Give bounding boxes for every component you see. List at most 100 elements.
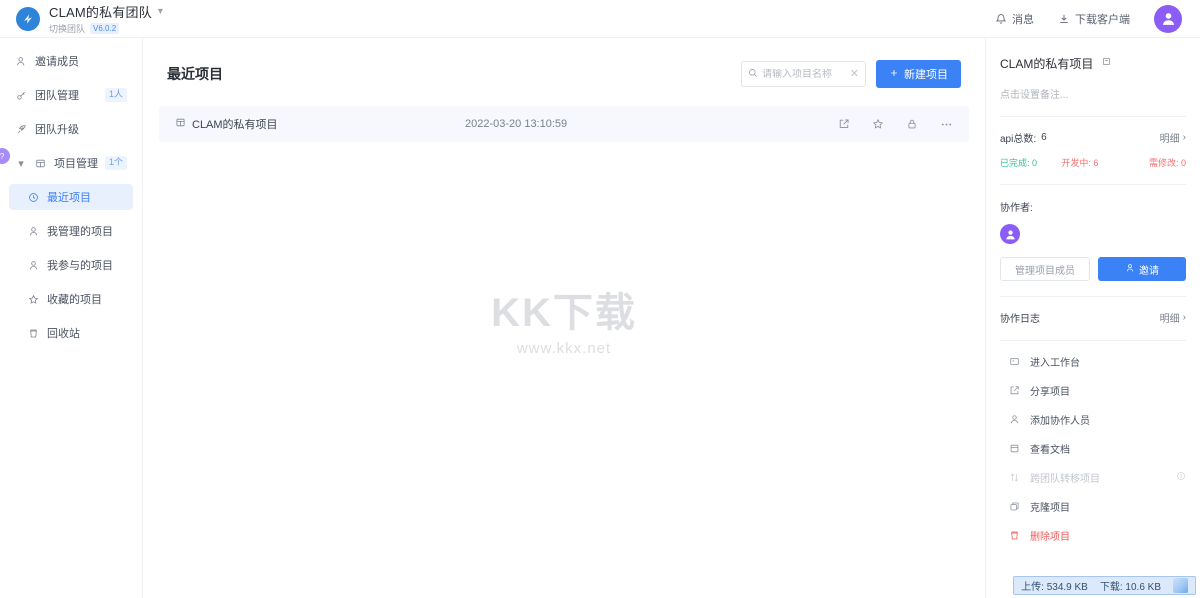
switch-team-label[interactable]: 切换团队 <box>49 22 85 35</box>
top-bar-actions: 消息 下载客户端 <box>995 5 1200 33</box>
network-status-bar[interactable]: 上传: 534.9 KB 下载: 10.6 KB <box>1013 576 1196 595</box>
rocket-icon <box>15 124 28 135</box>
menu-item-label: 查看文档 <box>1030 441 1070 456</box>
share-icon <box>1008 385 1021 396</box>
main-header: 最近项目 ✕ 新建项目 <box>143 38 985 88</box>
more-icon[interactable] <box>940 118 953 131</box>
user-icon <box>1008 414 1021 425</box>
search-input[interactable] <box>762 69 846 80</box>
sidebar-label: 收藏的项目 <box>47 291 102 307</box>
user-icon <box>27 226 40 237</box>
download-client-button[interactable]: 下载客户端 <box>1058 11 1130 27</box>
main-header-actions: ✕ 新建项目 <box>741 60 961 88</box>
sidebar-item-favorite-projects[interactable]: 收藏的项目 <box>9 286 133 312</box>
top-bar: CLAM的私有团队 ▾ 切换团队 V6.0.2 消息 下载客 <box>0 0 1200 38</box>
version-badge: V6.0.2 <box>90 23 119 35</box>
folder-icon <box>34 158 47 169</box>
sidebar-item-team-upgrade[interactable]: 团队升级 <box>9 116 133 142</box>
status-badge: 已完成: 0 <box>1000 156 1061 169</box>
search-box[interactable]: ✕ <box>741 61 866 87</box>
manage-members-button[interactable]: 管理项目成员 <box>1000 257 1090 281</box>
sidebar-item-recent-projects[interactable]: 最近项目 <box>9 184 133 210</box>
stat-value: 0 <box>1181 158 1186 168</box>
sidebar-item-joined-projects[interactable]: 我参与的项目 <box>9 252 133 278</box>
menu-item-share-project[interactable]: 分享项目 <box>1000 376 1186 405</box>
collab-log-detail-link[interactable]: 明细 › <box>1160 310 1186 325</box>
project-note-field[interactable]: 点击设置备注... <box>1000 86 1186 101</box>
row-actions <box>838 118 953 131</box>
collab-log-row: 协作日志 明细 › <box>1000 310 1186 325</box>
sidebar-item-invite-member[interactable]: 邀请成员 <box>9 48 133 74</box>
search-icon <box>748 65 758 83</box>
project-name-cell: CLAM的私有项目 <box>175 116 465 132</box>
sidebar-item-project-management[interactable]: ▾ 项目管理 1个 <box>9 150 133 176</box>
star-icon[interactable] <box>872 118 884 130</box>
status-badge: 开发中: 6 <box>1061 156 1124 169</box>
invite-label: 邀请 <box>1139 262 1159 277</box>
bell-icon <box>995 13 1007 25</box>
menu-item-label: 添加协作人员 <box>1030 412 1090 427</box>
sidebar-label: 最近项目 <box>47 189 91 205</box>
user-avatar-icon[interactable] <box>1154 5 1182 33</box>
sidebar-item-recycle-bin[interactable]: 回收站 <box>9 320 133 346</box>
share-icon[interactable] <box>838 118 850 130</box>
sidebar-label: 邀请成员 <box>35 53 79 69</box>
menu-item-label: 跨团队转移项目 <box>1030 470 1100 485</box>
chevron-down-icon[interactable]: ▾ <box>15 157 27 170</box>
collab-log-detail-label: 明细 <box>1160 310 1180 325</box>
api-total-value: 6 <box>1041 132 1047 143</box>
clear-x-icon[interactable]: ✕ <box>850 69 859 80</box>
download-icon <box>1058 13 1070 25</box>
project-list: CLAM的私有项目 2022-03-20 13:10:59 <box>143 88 985 142</box>
menu-item-delete-project[interactable]: 删除项目 <box>1000 521 1186 550</box>
collab-log-label: 协作日志 <box>1000 310 1040 325</box>
sidebar-label: 项目管理 <box>54 155 98 171</box>
divider <box>1000 296 1186 297</box>
chevron-down-icon[interactable]: ▾ <box>158 7 163 17</box>
menu-item-enter-workbench[interactable]: 进入工作台 <box>1000 347 1186 376</box>
menu-item-label: 克隆项目 <box>1030 499 1070 514</box>
project-icon <box>175 117 186 131</box>
user-plus-icon <box>15 56 28 67</box>
api-status-stats: 已完成: 0 开发中: 6 需修改: 0 <box>1000 156 1186 169</box>
chevron-right-icon: › <box>1183 312 1186 323</box>
clock-icon <box>27 192 40 203</box>
project-actions-menu: 进入工作台 分享项目 添加协作人员 <box>1000 347 1186 550</box>
new-project-button[interactable]: 新建项目 <box>876 60 961 88</box>
lock-icon[interactable] <box>906 118 918 130</box>
sidebar-item-managed-projects[interactable]: 我管理的项目 <box>9 218 133 244</box>
right-panel: CLAM的私有项目 点击设置备注... api总数: 6 明细 › 已完成: 0 <box>986 38 1200 598</box>
user-avatar-icon[interactable] <box>1000 224 1020 244</box>
page-title: 最近项目 <box>167 64 223 84</box>
sidebar-item-team-management[interactable]: 团队管理 1人 <box>9 82 133 108</box>
menu-item-view-document[interactable]: 查看文档 <box>1000 434 1186 463</box>
api-detail-label: 明细 <box>1160 130 1180 145</box>
table-row[interactable]: CLAM的私有项目 2022-03-20 13:10:59 <box>159 106 969 142</box>
api-total-label: api总数: <box>1000 130 1036 145</box>
body: 邀请成员 团队管理 1人 团队升级 ▾ <box>0 38 1200 598</box>
menu-item-clone-project[interactable]: 克隆项目 <box>1000 492 1186 521</box>
panel-project-header: CLAM的私有项目 <box>1000 38 1186 72</box>
star-icon <box>27 294 40 305</box>
plus-icon <box>889 68 899 81</box>
team-switcher[interactable]: CLAM的私有团队 ▾ 切换团队 V6.0.2 <box>0 2 163 35</box>
divider <box>1000 184 1186 185</box>
messages-button[interactable]: 消息 <box>995 11 1034 27</box>
menu-item-transfer-project: 跨团队转移项目 <box>1000 463 1186 492</box>
question-icon[interactable] <box>1176 471 1186 484</box>
menu-item-add-collaborator[interactable]: 添加协作人员 <box>1000 405 1186 434</box>
api-total-row: api总数: 6 明细 › <box>1000 130 1186 145</box>
stat-value: 6 <box>1093 158 1098 168</box>
main-content: 最近项目 ✕ 新建项目 <box>143 38 986 598</box>
stat-label: 开发中: <box>1061 158 1091 168</box>
sidebar-label: 团队升级 <box>35 121 79 137</box>
invite-button[interactable]: 邀请 <box>1098 257 1186 281</box>
divider <box>1000 116 1186 117</box>
panel-project-title: CLAM的私有项目 <box>1000 55 1093 72</box>
trash-icon <box>1008 530 1021 541</box>
copy-icon[interactable] <box>1101 54 1112 72</box>
divider <box>1000 340 1186 341</box>
collaborator-buttons: 管理项目成员 邀请 <box>1000 257 1186 281</box>
status-badge: 需修改: 0 <box>1125 156 1186 169</box>
api-detail-link[interactable]: 明细 › <box>1160 130 1186 145</box>
